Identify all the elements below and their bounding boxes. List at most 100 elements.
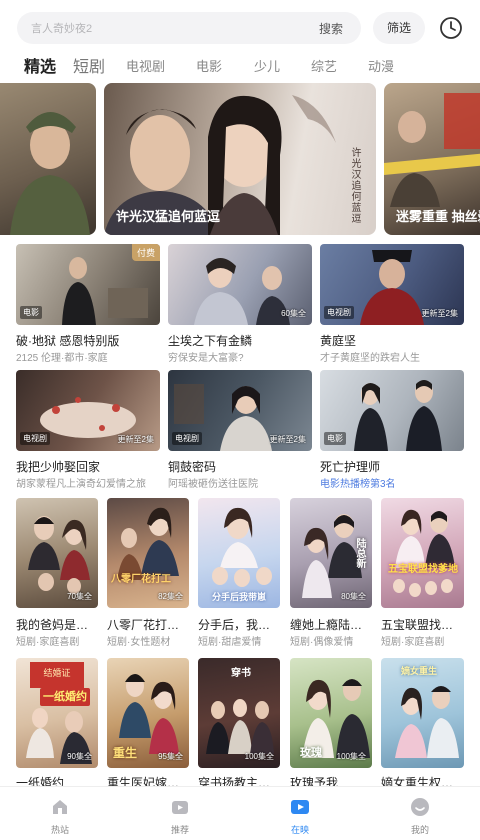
poster-title-art: 嫡女重生	[401, 666, 438, 676]
nav-item-home[interactable]: 热站	[12, 787, 108, 840]
video-subtitle: 穷保安是大富豪?	[168, 353, 244, 364]
banner-caption-main: 许光汉猛追何蓝逗	[116, 209, 221, 224]
poster-thumbnail: 五宝联盟找爹地	[381, 498, 464, 608]
drama-genre: 短剧·女性题材	[107, 637, 171, 648]
video-title: 破·地狱 感恩特别版	[16, 334, 120, 348]
video-card[interactable]: 电视剧 更新至2集 铜鼓密码 阿瑶被砸伤送往医院	[168, 370, 312, 490]
poster-thumbnail: 重生 95集全	[107, 658, 189, 768]
poster-thumbnail: 结婚证 一纸婚约 90集全	[16, 658, 98, 768]
search-input[interactable]: 言人奇妙夜2 搜索	[17, 12, 361, 44]
episode-badge: 更新至2集	[421, 309, 458, 318]
tab-featured[interactable]: 精选	[24, 53, 56, 77]
episode-badge: 100集全	[244, 752, 274, 761]
short-drama-card[interactable]: 分手后我带崽 分手后，我… 短剧·甜虐爱情	[198, 498, 280, 648]
short-drama-card[interactable]: 八零厂花打工 82集全 八零厂花打… 短剧·女性题材	[107, 498, 189, 648]
drama-genre: 短剧·甜虐爱情	[198, 637, 262, 648]
short-drama-card[interactable]: 重生 95集全 重生医妃嫁…	[107, 658, 189, 790]
tab-kids[interactable]: 少儿	[254, 56, 280, 75]
paid-badge: 付费	[131, 244, 160, 261]
poster-art	[393, 509, 455, 597]
video-title: 黄庭坚	[320, 334, 357, 348]
short-drama-card[interactable]: 70集全 我的爸妈是… 短剧·家庭喜剧	[16, 498, 98, 648]
nav-label: 推荐	[170, 825, 189, 835]
search-button[interactable]: 搜索	[319, 20, 343, 37]
short-drama-card[interactable]: 穿书 100集全 穿书扬教主…	[198, 658, 280, 790]
poster-thumbnail: 分手后我带崽	[198, 498, 280, 608]
video-title: 铜鼓密码	[168, 460, 217, 474]
drama-title: 缠她上瘾陆…	[290, 618, 363, 632]
video-subtitle: 阿瑶被砸伤送往医院	[168, 479, 258, 490]
tab-short-drama[interactable]: 短剧	[73, 53, 105, 77]
video-thumbnail: 电影	[320, 370, 464, 451]
poster-title-art: 五宝联盟找爹地	[388, 564, 458, 575]
banner-card-main[interactable]: 许光汉追何蓝逗 许光汉猛追何蓝逗	[104, 83, 376, 235]
tab-variety[interactable]: 综艺	[311, 56, 337, 75]
drama-title: 分手后，我…	[198, 618, 271, 632]
video-thumbnail: 电影 付费	[16, 244, 160, 325]
type-badge: 电视剧	[20, 432, 50, 445]
banner-left-art	[10, 112, 90, 235]
search-row: 言人奇妙夜2 搜索 筛选	[0, 0, 480, 52]
nav-item-recommend[interactable]: 推荐	[132, 787, 228, 840]
app-root: 言人奇妙夜2 搜索 筛选 精选 短剧 电视剧 电影 少儿 综艺 动漫 许光汉追何…	[0, 0, 480, 840]
drama-title: 五宝联盟找…	[381, 618, 454, 632]
drama-genre: 短剧·家庭喜剧	[16, 637, 80, 648]
play-icon	[291, 800, 309, 814]
poster-thumbnail: 嫡女重生	[381, 658, 464, 768]
type-badge: 电视剧	[324, 306, 354, 319]
video-thumbnail: 60集全	[168, 244, 312, 325]
search-placeholder: 言人奇妙夜2	[31, 23, 93, 35]
history-clock-icon[interactable]	[439, 16, 463, 40]
short-drama-card[interactable]: 玫瑰 100集全 玫瑰予我	[290, 658, 372, 790]
episode-badge: 更新至2集	[117, 435, 154, 444]
video-card[interactable]: 电影 付费 破·地狱 感恩特别版 2125 伦理·都市·家庭	[16, 244, 160, 364]
tab-tv-series[interactable]: 电视剧	[126, 56, 165, 75]
poster-seal-text: 结婚证	[43, 668, 71, 678]
home-icon	[53, 800, 67, 814]
video-subtitle: 2125 伦理·都市·家庭	[16, 353, 108, 364]
filter-button[interactable]: 筛选	[373, 12, 425, 44]
tab-movies[interactable]: 电影	[196, 56, 222, 75]
video-title: 我把少帅娶回家	[16, 460, 101, 474]
episode-badge: 82集全	[158, 592, 183, 601]
episode-badge: 100集全	[336, 752, 366, 761]
video-subtitle: 才子黄庭坚的跌宕人生	[320, 353, 420, 364]
poster-thumbnail: 穿书 100集全	[198, 658, 280, 768]
video-card[interactable]: 电影 死亡护理师 电影热播榜第3名	[320, 370, 464, 490]
type-badge: 电影	[20, 306, 42, 319]
video-icon	[172, 801, 188, 814]
episode-badge: 80集全	[341, 592, 366, 601]
poster-title-art: 玫瑰	[300, 747, 322, 759]
category-tabs: 精选 短剧 电视剧 电影 少儿 综艺 动漫	[0, 54, 480, 80]
video-card[interactable]: 60集全 尘埃之下有金鳞 穷保安是大富豪?	[168, 244, 312, 364]
video-title: 尘埃之下有金鳞	[168, 334, 253, 348]
drama-title: 八零厂花打…	[107, 618, 180, 632]
nav-label: 我的	[410, 825, 429, 835]
video-card[interactable]: 电视剧 更新至2集 黄庭坚 才子黄庭坚的跌宕人生	[320, 244, 464, 364]
short-drama-card[interactable]: 结婚证 一纸婚约 90集全 一纸婚约	[16, 658, 98, 790]
banner-carousel[interactable]: 许光汉追何蓝逗 许光汉猛追何蓝逗 迷雾重重 抽丝剥茧	[0, 83, 480, 235]
poster-thumbnail: 70集全	[16, 498, 98, 608]
drama-title: 我的爸妈是…	[16, 618, 89, 632]
nav-item-profile[interactable]: 我的	[372, 787, 468, 840]
short-drama-card[interactable]: 嫡女重生 嫡女重生权…	[381, 658, 464, 790]
banner-card-right[interactable]: 迷雾重重 抽丝剥茧	[384, 83, 480, 235]
drama-genre: 短剧·偶像爱情	[290, 637, 354, 648]
banner-caption-right: 迷雾重重 抽丝剥茧	[396, 209, 480, 224]
video-card[interactable]: 电视剧 更新至2集 我把少帅娶回家 胡家蒙程凡上演奇幻爱情之旅	[16, 370, 160, 490]
short-drama-card[interactable]: 五宝联盟找爹地 五宝联盟找… 短剧·家庭喜剧	[381, 498, 464, 648]
episode-badge: 70集全	[67, 592, 92, 601]
video-title: 死亡护理师	[320, 460, 381, 474]
episode-badge: 90集全	[67, 752, 92, 761]
short-drama-card[interactable]: 陆总新 80集全 缠她上瘾陆… 短剧·偶像爱情	[290, 498, 372, 648]
tab-anime[interactable]: 动漫	[368, 56, 394, 75]
episode-badge: 更新至2集	[269, 435, 306, 444]
type-badge: 电影	[324, 432, 346, 445]
nav-item-now-playing[interactable]: 在映	[252, 787, 348, 840]
banner-card-left[interactable]	[0, 83, 96, 235]
bottom-nav: 热站 推荐 在映 我的	[0, 786, 480, 840]
episode-badge: 60集全	[281, 309, 306, 318]
video-thumbnail: 电视剧 更新至2集	[16, 370, 160, 451]
ranking-label[interactable]: 电影热播榜第3名	[320, 475, 464, 490]
poster-title-art: 陆总新	[354, 538, 365, 568]
